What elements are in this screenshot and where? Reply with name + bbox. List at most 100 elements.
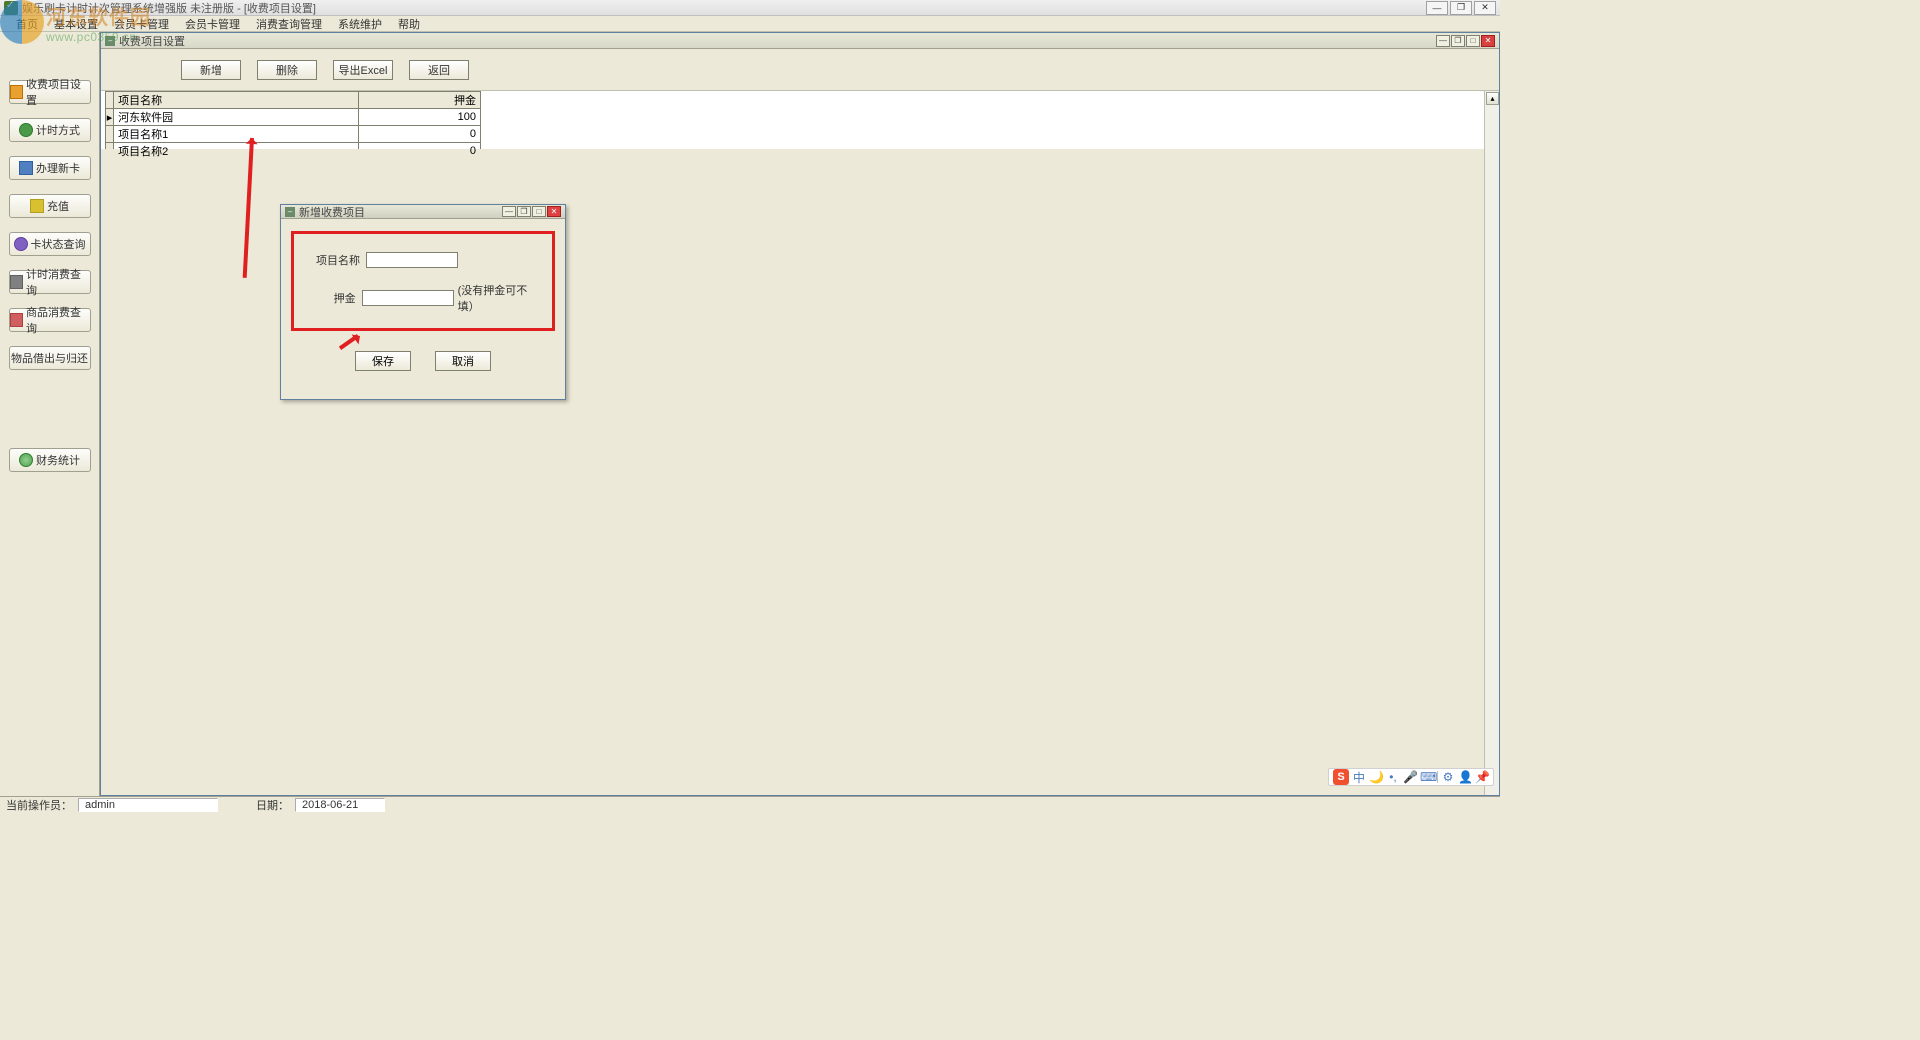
mdi-max-button[interactable]: □ (1466, 35, 1480, 47)
new-button[interactable]: 新增 (181, 60, 241, 80)
deposit-label: 押金 (304, 290, 356, 306)
sidebar: 收费项目设置 计时方式 办理新卡 充值 卡状态查询 计时消费查询 商品消费查询 … (0, 32, 100, 796)
sidebar-item-label: 充值 (47, 198, 69, 214)
sidebar-item-label: 收费项目设置 (26, 76, 89, 108)
main-restore-button[interactable]: ❐ (1450, 1, 1472, 15)
dialog-max-button[interactable]: □ (532, 206, 546, 217)
globe-icon (19, 453, 33, 467)
deposit-input[interactable] (362, 290, 454, 306)
mdi-titlebar: – 收费项目设置 — ❐ □ ✕ (101, 33, 1499, 49)
row-indicator: ▸ (106, 109, 114, 126)
sidebar-card-status[interactable]: 卡状态查询 (9, 232, 91, 256)
highlight-box: 项目名称 押金 (没有押金可不填） (291, 231, 555, 331)
dialog-icon: – (285, 207, 295, 217)
menu-card-manage-1[interactable]: 会员卡管理 (106, 16, 177, 32)
menu-system[interactable]: 系统维护 (330, 16, 390, 32)
status-icon (14, 237, 28, 251)
menu-help[interactable]: 帮助 (390, 16, 428, 32)
sidebar-product-query[interactable]: 商品消费查询 (9, 308, 91, 332)
sidebar-item-label: 商品消费查询 (26, 304, 89, 336)
scrollbar[interactable]: ▴ (1484, 91, 1499, 795)
form-row-name: 项目名称 (304, 252, 542, 268)
menu-basic-settings[interactable]: 基本设置 (46, 16, 106, 32)
mdi-title: 收费项目设置 (119, 33, 185, 49)
cancel-button[interactable]: 取消 (435, 351, 491, 371)
name-input[interactable] (366, 252, 458, 268)
main-area: – 收费项目设置 — ❐ □ ✕ 新增 删除 导出Excel 返回 项目名称 (100, 32, 1500, 796)
status-operator-value: admin (78, 798, 218, 812)
sidebar-timing-query[interactable]: 计时消费查询 (9, 270, 91, 294)
cell-deposit[interactable]: 100 (358, 109, 480, 126)
print-icon (10, 275, 24, 289)
sidebar-new-card[interactable]: 办理新卡 (9, 156, 91, 180)
sidebar-item-label: 计时方式 (36, 122, 80, 138)
table-row[interactable]: 项目名称1 0 (106, 126, 481, 143)
ime-user-icon[interactable]: 👤 (1458, 770, 1472, 784)
scroll-up-icon[interactable]: ▴ (1486, 92, 1499, 105)
cell-name[interactable]: 河东软件园 (114, 109, 359, 126)
ime-gear-icon[interactable]: ⚙ (1441, 770, 1455, 784)
grid-header-deposit[interactable]: 押金 (358, 92, 480, 109)
cell-name[interactable]: 项目名称1 (114, 126, 359, 143)
dialog-body: 项目名称 押金 (没有押金可不填） 保存 取消 (281, 219, 565, 383)
mdi-min-button[interactable]: — (1436, 35, 1450, 47)
app-icon (4, 1, 18, 15)
name-label: 项目名称 (304, 252, 360, 268)
main-close-button[interactable]: ✕ (1474, 1, 1496, 15)
ime-logo-icon[interactable]: S (1333, 769, 1349, 785)
back-button[interactable]: 返回 (409, 60, 469, 80)
ime-mic-icon[interactable]: 🎤 (1403, 770, 1417, 784)
sidebar-item-label: 办理新卡 (36, 160, 80, 176)
menubar: 首页 基本设置 会员卡管理 会员卡管理 消费查询管理 系统维护 帮助 (0, 16, 1500, 32)
ime-pin-icon[interactable]: 📌 (1475, 770, 1489, 784)
app-title: 娱乐刷卡计时计次管理系统增强版 未注册版 - [收费项目设置] (22, 0, 316, 16)
mdi-close-button[interactable]: ✕ (1481, 35, 1495, 47)
delete-button[interactable]: 删除 (257, 60, 317, 80)
sidebar-finance[interactable]: 财务统计 (9, 448, 91, 472)
menu-card-manage-2[interactable]: 会员卡管理 (177, 16, 248, 32)
grid-header-name[interactable]: 项目名称 (114, 92, 359, 109)
grid-wrap: 项目名称 押金 ▸ 河东软件园 100 项目名称1 0 (101, 91, 1499, 149)
statusbar: 当前操作员： admin 日期： 2018-06-21 (0, 796, 1500, 812)
sidebar-fee-settings[interactable]: 收费项目设置 (9, 80, 91, 104)
ime-lang[interactable]: 中 (1352, 769, 1366, 786)
sidebar-item-label: 计时消费查询 (26, 266, 89, 298)
menu-query[interactable]: 消费查询管理 (248, 16, 330, 32)
sidebar-item-label: 卡状态查询 (31, 236, 86, 252)
ime-keyboard-icon[interactable]: ⌨ (1420, 770, 1434, 784)
row-indicator (106, 126, 114, 143)
table-row[interactable]: ▸ 河东软件园 100 (106, 109, 481, 126)
dialog-min-button[interactable]: — (502, 206, 516, 217)
recharge-icon (30, 199, 44, 213)
sidebar-timing-mode[interactable]: 计时方式 (9, 118, 91, 142)
sidebar-recharge[interactable]: 充值 (9, 194, 91, 218)
menu-home[interactable]: 首页 (8, 16, 46, 32)
export-button[interactable]: 导出Excel (333, 60, 393, 80)
settings-icon (10, 85, 24, 99)
dialog-close-button[interactable]: ✕ (547, 206, 561, 217)
deposit-hint: (没有押金可不填） (458, 282, 542, 314)
main-minimize-button[interactable]: — (1426, 1, 1448, 15)
card-icon (19, 161, 33, 175)
status-operator-label: 当前操作员： (0, 797, 78, 813)
ime-punct-icon[interactable]: •, (1386, 770, 1400, 784)
main-titlebar: 娱乐刷卡计时计次管理系统增强版 未注册版 - [收费项目设置] — ❐ ✕ (0, 0, 1500, 16)
mdi-window: – 收费项目设置 — ❐ □ ✕ 新增 删除 导出Excel 返回 项目名称 (100, 32, 1500, 796)
product-icon (10, 313, 24, 327)
mdi-icon: – (105, 36, 115, 46)
mdi-restore-button[interactable]: ❐ (1451, 35, 1465, 47)
dialog-title: 新增收费项目 (299, 204, 365, 220)
cell-deposit[interactable]: 0 (358, 126, 480, 143)
sidebar-lend-return[interactable]: 物品借出与归还 (9, 346, 91, 370)
dialog-titlebar[interactable]: – 新增收费项目 — ❐ □ ✕ (281, 205, 565, 219)
ime-moon-icon[interactable]: 🌙 (1369, 770, 1383, 784)
sidebar-item-label: 财务统计 (36, 452, 80, 468)
ime-divider (1437, 771, 1438, 783)
ime-toolbar[interactable]: S 中 🌙 •, 🎤 ⌨ ⚙ 👤 📌 (1328, 768, 1494, 786)
dialog-restore-button[interactable]: ❐ (517, 206, 531, 217)
sidebar-item-label: 物品借出与归还 (11, 350, 88, 366)
toolbar: 新增 删除 导出Excel 返回 (101, 49, 1499, 91)
clock-icon (19, 123, 33, 137)
annotation-arrow-2 (328, 332, 364, 360)
add-fee-dialog: – 新增收费项目 — ❐ □ ✕ 项目名称 押金 (没有押金可不填 (280, 204, 566, 400)
